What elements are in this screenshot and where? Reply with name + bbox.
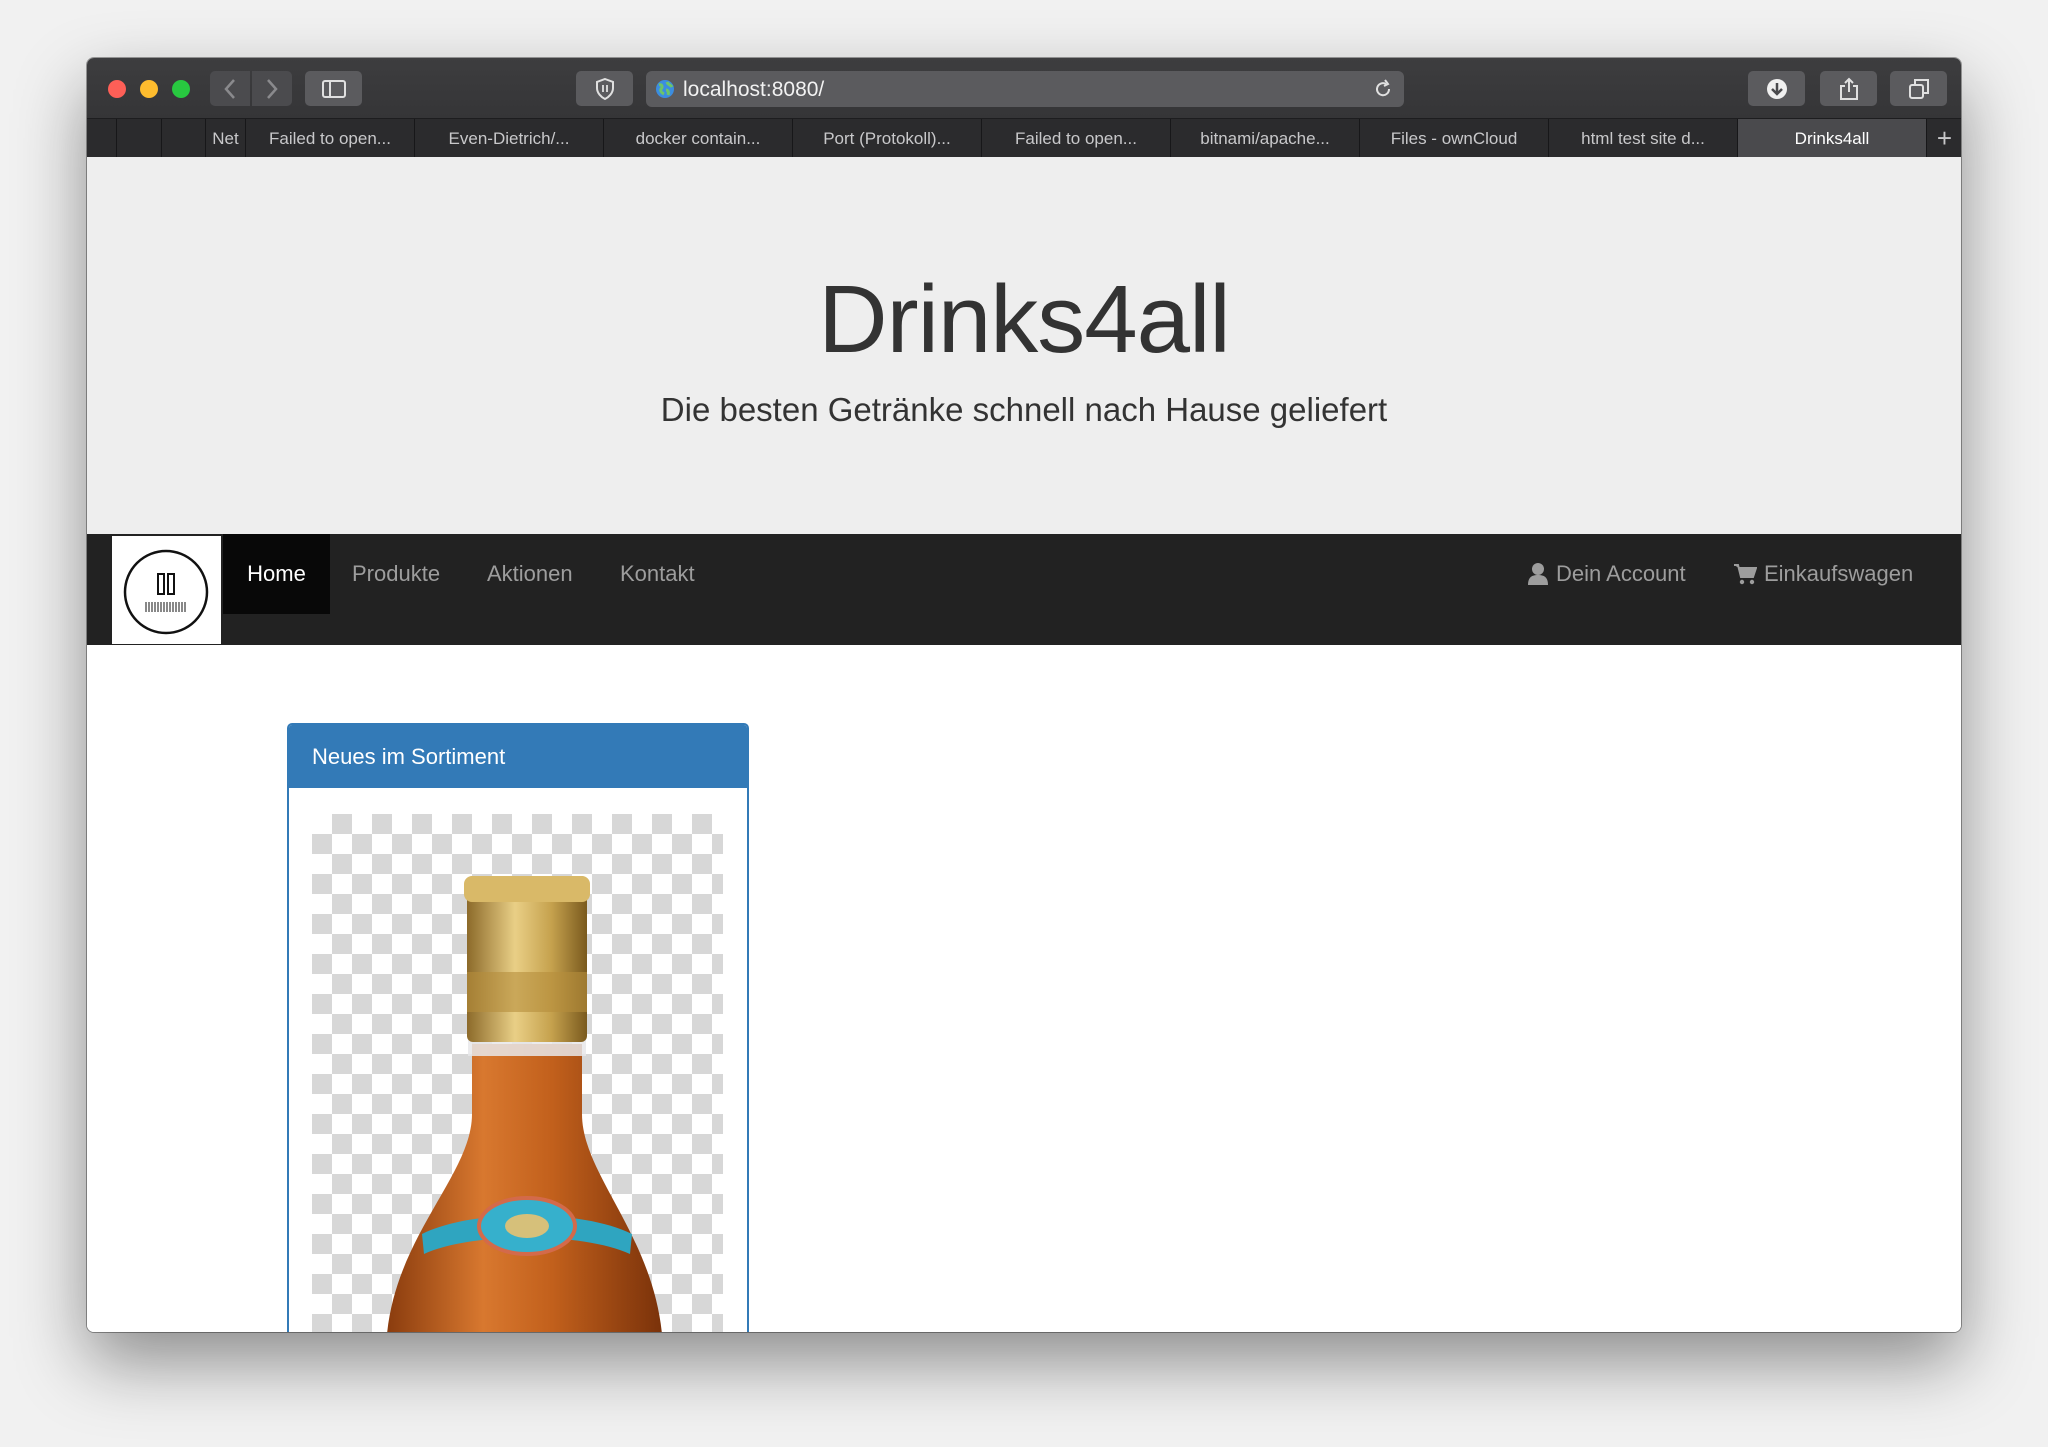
- browser-window: localhost:8080/ Net Failed to open... Ev…: [87, 58, 1961, 1332]
- tab-label: Even-Dietrich/...: [448, 129, 570, 148]
- tab-overview-button[interactable]: [1890, 71, 1947, 106]
- tab-label: docker contain...: [635, 129, 761, 148]
- new-tab-button[interactable]: +: [1926, 119, 1961, 158]
- tab[interactable]: Port (Protokoll)...: [792, 119, 981, 158]
- sidebar-toggle-button[interactable]: [305, 71, 362, 106]
- plus-icon: +: [1936, 123, 1953, 153]
- nav-account-label: Dein Account: [1556, 561, 1686, 586]
- drinks4all-logo-icon: [123, 549, 209, 635]
- browser-toolbar: localhost:8080/: [87, 58, 1961, 118]
- back-button[interactable]: [210, 71, 250, 106]
- downloads-button[interactable]: [1748, 71, 1805, 106]
- tab-label: bitnami/apache...: [1200, 129, 1330, 148]
- nav-kontakt[interactable]: Kontakt: [620, 534, 695, 614]
- tab[interactable]: bitnami/apache...: [1170, 119, 1359, 158]
- back-icon: [224, 78, 235, 99]
- nav-cart[interactable]: Einkaufswagen: [1733, 534, 1913, 614]
- site-subtitle: Die besten Getränke schnell nach Hause g…: [660, 391, 1388, 428]
- tab-active[interactable]: Drinks4all: [1737, 119, 1926, 158]
- share-icon: [1839, 77, 1858, 100]
- tab-label: Files - ownCloud: [1390, 129, 1518, 148]
- sidebar-icon: [321, 79, 346, 98]
- download-icon: [1766, 78, 1787, 99]
- nav-account[interactable]: Dein Account: [1527, 534, 1686, 614]
- tab-bar: Net Failed to open... Even-Dietrich/... …: [87, 118, 1961, 158]
- privacy-report-button[interactable]: [576, 71, 633, 106]
- url-text: localhost:8080/: [683, 78, 825, 101]
- tab[interactable]: Failed to open...: [245, 119, 414, 158]
- tab-label: Drinks4all: [1794, 129, 1870, 148]
- nav-produkte[interactable]: Produkte: [352, 534, 440, 614]
- jumbotron: Drinks4all Die besten Getränke schnell n…: [87, 157, 1961, 534]
- tab-pinned[interactable]: [161, 119, 192, 158]
- user-icon: [1528, 563, 1548, 585]
- tab-label: Failed to open...: [269, 129, 391, 148]
- panel-heading: Neues im Sortiment: [289, 725, 747, 788]
- web-page: Drinks4all Die besten Getränke schnell n…: [87, 157, 1961, 1332]
- main-navbar: Home Produkte Aktionen Kontakt Dein Acco…: [87, 534, 1961, 645]
- liquor-bottle-image: [387, 876, 662, 1332]
- shield-icon: [595, 77, 614, 100]
- tab[interactable]: html test site d...: [1548, 119, 1737, 158]
- tab-pinned[interactable]: [116, 119, 147, 158]
- nav-home[interactable]: Home: [223, 534, 330, 614]
- forward-icon: [267, 78, 278, 99]
- address-bar[interactable]: localhost:8080/: [646, 71, 1404, 107]
- site-title: Drinks4all: [818, 266, 1230, 373]
- nav-aktionen[interactable]: Aktionen: [487, 534, 573, 614]
- nav-cart-label: Einkaufswagen: [1764, 561, 1914, 586]
- tabs-overview-icon: [1908, 78, 1929, 99]
- minimize-window-button[interactable]: [140, 80, 158, 98]
- product-image[interactable]: [312, 814, 723, 1332]
- forward-button[interactable]: [252, 71, 292, 106]
- tab-label: Net: [212, 129, 239, 148]
- main-content: Neues im Sortiment: [87, 645, 1961, 1332]
- share-button[interactable]: [1820, 71, 1877, 106]
- close-window-button[interactable]: [108, 80, 126, 98]
- brand-logo[interactable]: [112, 536, 221, 644]
- globe-icon: [656, 80, 674, 98]
- reload-icon[interactable]: [1373, 79, 1393, 99]
- cart-icon: [1734, 564, 1757, 585]
- zoom-window-button[interactable]: [172, 80, 190, 98]
- tab[interactable]: Even-Dietrich/...: [414, 119, 603, 158]
- tab[interactable]: Failed to open...: [981, 119, 1170, 158]
- tab-label: html test site d...: [1581, 129, 1705, 148]
- tab-label: Port (Protokoll)...: [823, 129, 951, 148]
- tab-label: Failed to open...: [1015, 129, 1137, 148]
- new-products-panel: Neues im Sortiment: [287, 723, 749, 1332]
- tab[interactable]: docker contain...: [603, 119, 792, 158]
- tab[interactable]: Net: [205, 119, 245, 158]
- tab[interactable]: Files - ownCloud: [1359, 119, 1548, 158]
